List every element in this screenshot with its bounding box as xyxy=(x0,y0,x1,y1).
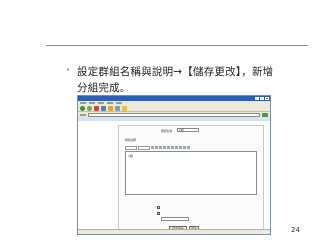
site-header-strip xyxy=(78,117,270,121)
close-icon[interactable] xyxy=(265,97,269,100)
search-icon[interactable] xyxy=(115,105,120,111)
top-divider xyxy=(46,45,308,46)
group-name-label: 群組名稱 xyxy=(161,129,173,133)
table-icon[interactable] xyxy=(187,146,190,149)
menu-item[interactable] xyxy=(107,102,113,104)
forward-icon[interactable] xyxy=(87,105,92,111)
back-icon[interactable] xyxy=(80,105,85,111)
align-right-icon[interactable] xyxy=(171,146,174,149)
menu-item[interactable] xyxy=(116,102,122,104)
bold-icon[interactable] xyxy=(151,146,154,149)
option-select[interactable] xyxy=(161,217,189,221)
menu-item[interactable] xyxy=(98,102,104,104)
browser-viewport: 群組名稱 1組 群組說明 1組 儲存更改 取消 xyxy=(78,117,270,233)
refresh-icon[interactable] xyxy=(101,105,106,111)
align-center-icon[interactable] xyxy=(167,146,170,149)
stop-icon[interactable] xyxy=(94,105,99,111)
option-checkbox[interactable] xyxy=(157,212,160,215)
minimize-icon[interactable] xyxy=(255,97,259,100)
browser-toolbar xyxy=(78,105,270,112)
italic-icon[interactable] xyxy=(155,146,158,149)
embedded-browser-screenshot: 群組名稱 1組 群組說明 1組 儲存更改 取消 xyxy=(77,95,271,235)
favorites-icon[interactable] xyxy=(122,105,127,111)
instruction-line-2: 分組完成。 xyxy=(77,82,131,94)
go-button[interactable] xyxy=(262,112,268,117)
description-editor[interactable]: 1組 xyxy=(125,151,257,195)
window-controls xyxy=(255,97,270,100)
browser-statusbar xyxy=(78,229,270,234)
list-icon[interactable] xyxy=(175,146,178,149)
image-icon[interactable] xyxy=(183,146,186,149)
address-label xyxy=(80,113,86,116)
maximize-icon[interactable] xyxy=(260,97,264,100)
link-icon[interactable] xyxy=(179,146,182,149)
url-field[interactable] xyxy=(88,112,260,117)
instruction-line-1: 設定群組名稱與說明→【儲存更改】，新增 xyxy=(77,66,274,78)
font-select[interactable] xyxy=(125,145,137,150)
group-edit-form: 群組名稱 1組 群組說明 1組 儲存更改 取消 xyxy=(118,125,264,233)
bullet-marker: • xyxy=(66,66,71,74)
page-number: 24 xyxy=(291,226,300,234)
menu-item[interactable] xyxy=(80,102,86,104)
option-checkbox[interactable] xyxy=(157,206,160,209)
align-left-icon[interactable] xyxy=(163,146,166,149)
slide-instruction-text: 設定群組名稱與說明→【儲存更改】，新增 分組完成。 xyxy=(77,64,297,96)
underline-icon[interactable] xyxy=(159,146,162,149)
group-name-input[interactable]: 1組 xyxy=(177,128,199,132)
menu-item[interactable] xyxy=(89,102,95,104)
size-select[interactable] xyxy=(138,145,150,150)
description-label: 群組說明 xyxy=(125,138,137,142)
editor-toolbar xyxy=(125,145,257,150)
home-icon[interactable] xyxy=(108,105,113,111)
